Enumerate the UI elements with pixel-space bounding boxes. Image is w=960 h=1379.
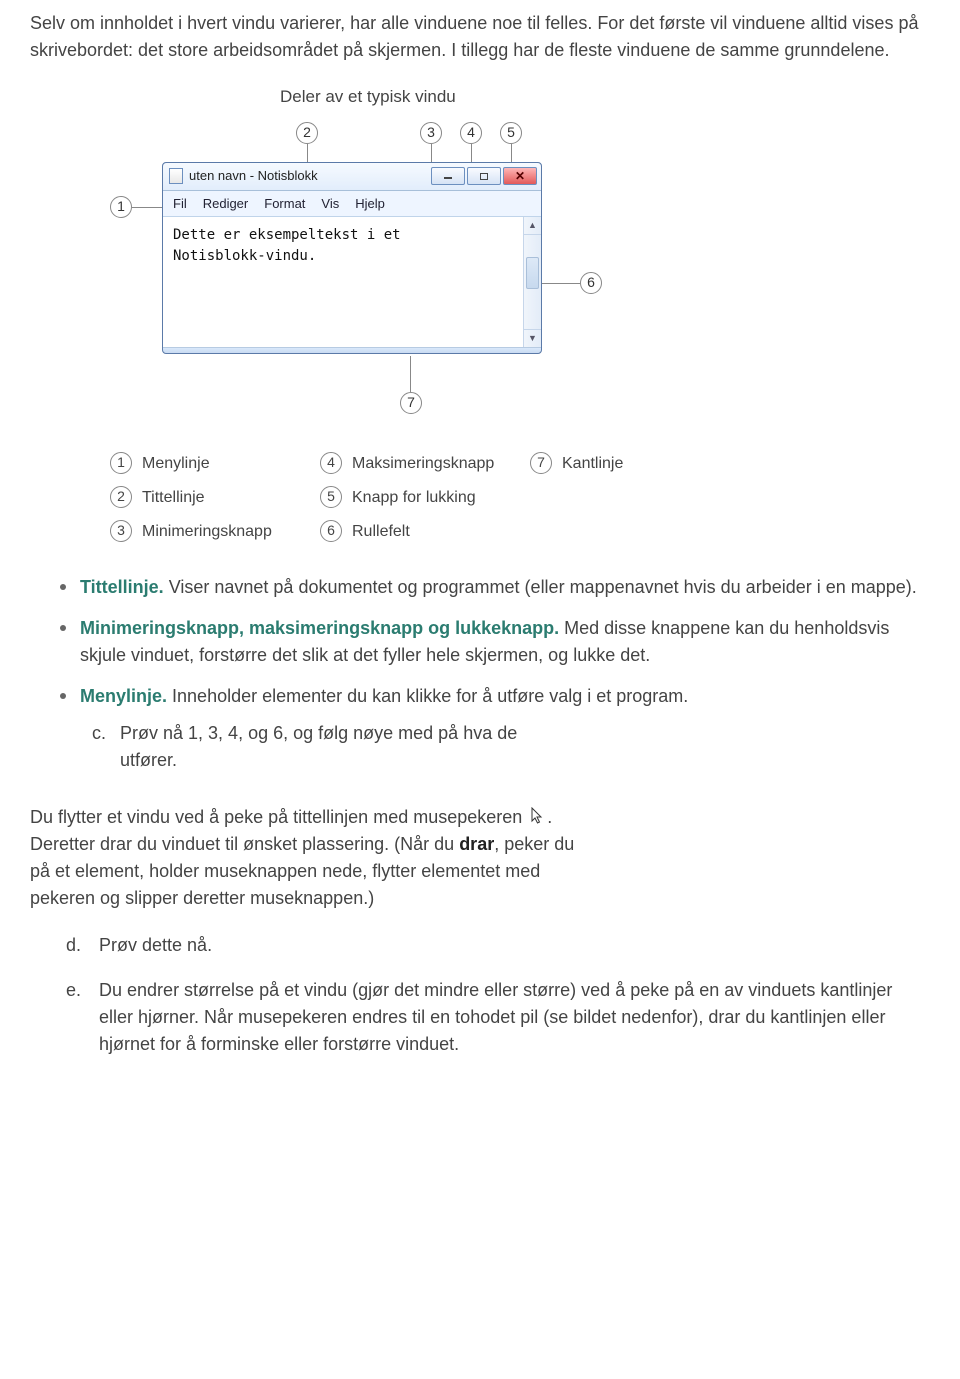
move-window-paragraph: Du flytter et vindu ved å peke på tittel… xyxy=(30,804,590,912)
step-text: Du endrer størrelse på et vindu (gjør de… xyxy=(99,977,930,1058)
callout-5: 5 xyxy=(500,122,522,144)
intro-paragraph: Selv om innholdet i hvert vindu varierer… xyxy=(30,10,930,64)
callout-7: 7 xyxy=(400,392,422,414)
scroll-down-icon[interactable]: ▼ xyxy=(524,329,541,347)
window-diagram: 2 3 4 5 1 uten navn - Notisblokk ✕ Fil R… xyxy=(110,122,630,432)
item-text: Viser navnet på dokumentet og programmet… xyxy=(164,577,917,597)
step-text: Prøv dette nå. xyxy=(99,932,212,959)
titlebar[interactable]: uten navn - Notisblokk ✕ xyxy=(163,163,541,191)
legend-num-7: 7 xyxy=(530,452,552,474)
step-text: Prøv nå 1, 3, 4, og 6, og følg nøye med … xyxy=(120,720,520,774)
scroll-thumb[interactable] xyxy=(526,257,539,289)
callout-3: 3 xyxy=(420,122,442,144)
item-text: Inneholder elementer du kan klikke for å… xyxy=(167,686,688,706)
item-title: Minimeringsknapp, maksimeringsknapp og l… xyxy=(80,618,559,638)
close-button[interactable]: ✕ xyxy=(503,167,537,185)
window-border-bottom[interactable] xyxy=(163,347,541,353)
lettered-steps: d. Prøv dette nå. e. Du endrer størrelse… xyxy=(30,932,930,1058)
maximize-button[interactable] xyxy=(467,167,501,185)
step-c: c. Prøv nå 1, 3, 4, og 6, og følg nøye m… xyxy=(92,720,930,774)
menu-rediger[interactable]: Rediger xyxy=(203,194,249,214)
legend-num-2: 2 xyxy=(110,486,132,508)
menu-fil[interactable]: Fil xyxy=(173,194,187,214)
minimize-button[interactable] xyxy=(431,167,465,185)
item-title: Menylinje. xyxy=(80,686,167,706)
legend: 1 Menylinje 4 Maksimeringsknapp 7 Kantli… xyxy=(110,452,730,544)
menu-hjelp[interactable]: Hjelp xyxy=(355,194,385,214)
legend-label-4: Maksimeringsknapp xyxy=(352,452,520,476)
step-e: e. Du endrer størrelse på et vindu (gjør… xyxy=(66,977,930,1058)
scroll-up-icon[interactable]: ▲ xyxy=(524,217,541,235)
menubar: Fil Rediger Format Vis Hjelp xyxy=(163,191,541,218)
list-item: Minimeringsknapp, maksimeringsknapp og l… xyxy=(60,615,930,669)
cursor-icon xyxy=(530,807,544,825)
close-icon: ✕ xyxy=(515,167,525,185)
item-title: Tittellinje. xyxy=(80,577,164,597)
step-letter: c. xyxy=(92,720,106,774)
menu-vis[interactable]: Vis xyxy=(321,194,339,214)
legend-label-3: Minimeringsknapp xyxy=(142,520,310,544)
callout-6: 6 xyxy=(580,272,602,294)
legend-num-5: 5 xyxy=(320,486,342,508)
step-letter: d. xyxy=(66,932,81,959)
list-item: Tittellinje. Viser navnet på dokumentet … xyxy=(60,574,930,601)
legend-label-5: Knapp for lukking xyxy=(352,486,520,510)
minimize-icon xyxy=(444,177,452,179)
parts-list: Tittellinje. Viser navnet på dokumentet … xyxy=(30,574,930,774)
menu-format[interactable]: Format xyxy=(264,194,305,214)
maximize-icon xyxy=(480,173,488,180)
legend-num-1: 1 xyxy=(110,452,132,474)
figure-caption: Deler av et typisk vindu xyxy=(280,84,930,110)
legend-label-2: Tittellinje xyxy=(142,486,310,510)
legend-label-1: Menylinje xyxy=(142,452,310,476)
legend-num-3: 3 xyxy=(110,520,132,542)
callout-4: 4 xyxy=(460,122,482,144)
legend-label-7: Kantlinje xyxy=(562,452,730,476)
legend-num-6: 6 xyxy=(320,520,342,542)
legend-label-6: Rullefelt xyxy=(352,520,520,544)
notepad-window: uten navn - Notisblokk ✕ Fil Rediger For… xyxy=(162,162,542,355)
list-item: Menylinje. Inneholder elementer du kan k… xyxy=(60,683,930,774)
window-title: uten navn - Notisblokk xyxy=(189,166,431,186)
callout-2: 2 xyxy=(296,122,318,144)
step-d: d. Prøv dette nå. xyxy=(66,932,930,959)
callout-1: 1 xyxy=(110,196,132,218)
editor-area[interactable]: Dette er eksempeltekst i et Notisblokk-v… xyxy=(163,217,523,347)
legend-num-4: 4 xyxy=(320,452,342,474)
document-icon xyxy=(169,168,183,184)
vertical-scrollbar[interactable]: ▲ ▼ xyxy=(523,217,541,347)
step-letter: e. xyxy=(66,977,81,1058)
